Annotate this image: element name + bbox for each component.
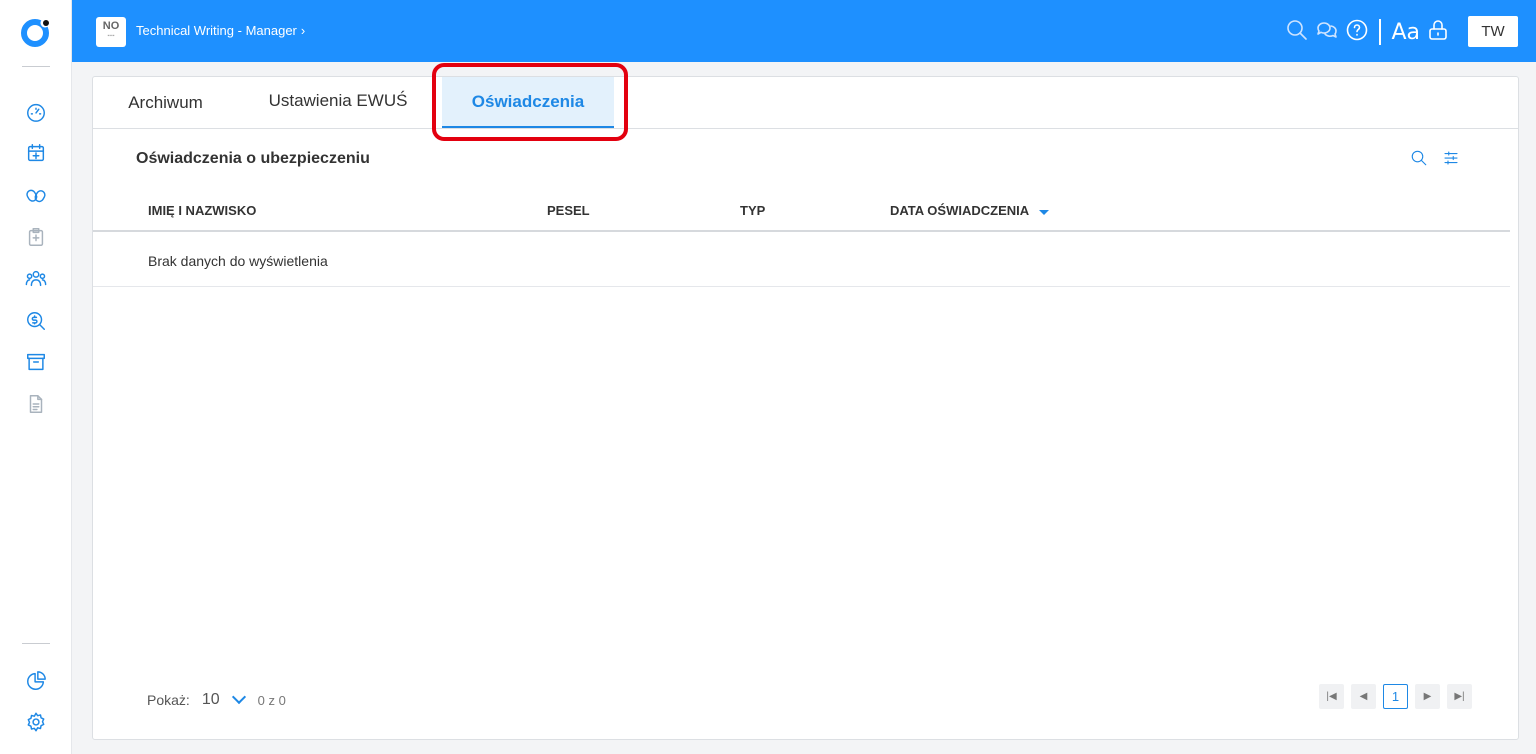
font-size-button[interactable]: Aa [1391, 20, 1420, 45]
filter-settings-icon[interactable] [1442, 149, 1460, 172]
page-size-label: Pokaż: [147, 692, 190, 708]
column-header-name[interactable]: IMIĘ I NAZWISKO [148, 203, 256, 218]
first-page-icon[interactable]: |◀ [1319, 684, 1344, 709]
page-size-value[interactable]: 10 [202, 691, 220, 709]
tab-archiwum[interactable]: Archiwum [103, 77, 228, 128]
breadcrumb-text: Technical Writing - Manager [136, 23, 297, 38]
people-icon[interactable] [22, 265, 50, 293]
prev-page-icon[interactable]: ◀ [1351, 684, 1376, 709]
settings-icon[interactable] [22, 708, 50, 736]
tab-bar: Archiwum Ustawienia EWUŚ Oświadczenia [93, 63, 1518, 141]
sidebar [0, 0, 72, 754]
header-separator [1379, 19, 1382, 45]
last-page-icon[interactable]: ▶| [1447, 684, 1472, 709]
archive-icon[interactable] [22, 348, 50, 376]
column-header-type[interactable]: TYP [740, 203, 765, 218]
top-bar: NO ▪▪▪▪ Technical Writing - Manager › Aa … [72, 0, 1536, 62]
clipboard-medical-icon[interactable] [22, 223, 50, 251]
pagination: |◀ ◀ 1 ▶ ▶| [1319, 684, 1472, 709]
column-header-pesel[interactable]: PESEL [547, 203, 590, 218]
app-logo[interactable] [18, 14, 54, 50]
search-icon[interactable] [1285, 18, 1309, 47]
main-card: Archiwum Ustawienia EWUŚ Oświadczenia Oś… [92, 63, 1519, 740]
page-size-selector: Pokaż: 10 0 z 0 [147, 689, 286, 709]
pie-chart-icon[interactable] [22, 667, 50, 695]
pills-icon[interactable] [22, 181, 50, 209]
chevron-right-icon: › [300, 23, 306, 38]
breadcrumb[interactable]: Technical Writing - Manager › [136, 23, 305, 38]
chat-icon[interactable] [1315, 18, 1339, 47]
document-icon[interactable] [22, 390, 50, 418]
table-header: IMIĘ I NAZWISKO PESEL TYP DATA OŚWIADCZE… [93, 195, 1510, 232]
dashboard-icon[interactable] [22, 98, 50, 126]
column-header-date-label: DATA OŚWIADCZENIA [890, 203, 1030, 218]
chevron-down-icon[interactable] [231, 689, 246, 705]
table-search-icon[interactable] [1410, 149, 1428, 172]
column-header-date[interactable]: DATA OŚWIADCZENIA [890, 203, 1050, 218]
calendar-plus-icon[interactable] [22, 139, 50, 167]
tab-oswiadczenia[interactable]: Oświadczenia [442, 77, 614, 128]
tab-ustawienia-ewus[interactable]: Ustawienia EWUŚ [248, 75, 428, 126]
help-icon[interactable] [1345, 18, 1369, 47]
page-number-button[interactable]: 1 [1383, 684, 1408, 709]
record-range: 0 z 0 [257, 692, 286, 708]
money-search-icon[interactable] [22, 307, 50, 335]
sidebar-divider [22, 643, 50, 644]
section-title: Oświadczenia o ubezpieczeniu [136, 150, 370, 167]
lock-icon[interactable] [1426, 18, 1450, 47]
empty-table-message: Brak danych do wyświetlenia [93, 233, 1510, 287]
sidebar-divider [22, 66, 50, 67]
sort-desc-icon[interactable] [1039, 210, 1050, 215]
user-avatar[interactable]: TW [1468, 16, 1518, 47]
organization-badge[interactable]: NO ▪▪▪▪ [96, 17, 126, 47]
header-tools: Aa [1285, 16, 1450, 48]
next-page-icon[interactable]: ▶ [1415, 684, 1440, 709]
table-tools [1410, 149, 1460, 172]
